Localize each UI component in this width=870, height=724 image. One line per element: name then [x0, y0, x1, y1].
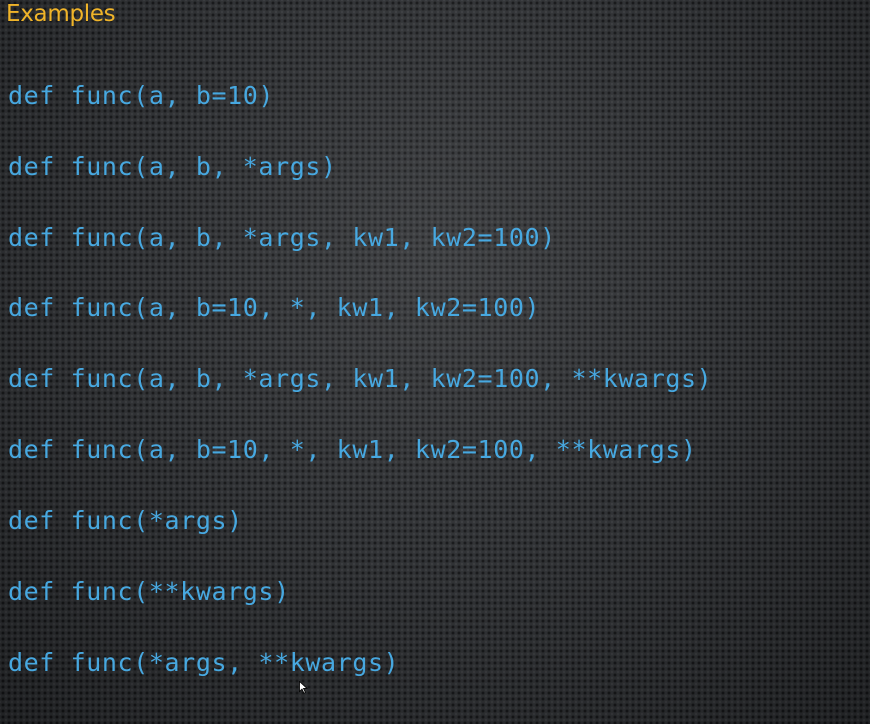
- code-line-9: def func(*args, **kwargs): [8, 648, 400, 677]
- code-line-3: def func(a, b, *args, kw1, kw2=100): [8, 223, 556, 252]
- code-line-2: def func(a, b, *args): [8, 152, 337, 181]
- code-line-1: def func(a, b=10): [8, 81, 275, 110]
- code-line-8: def func(**kwargs): [8, 577, 290, 606]
- code-line-6: def func(a, b=10, *, kw1, kw2=100, **kwa…: [8, 435, 697, 464]
- code-line-5: def func(a, b, *args, kw1, kw2=100, **kw…: [8, 364, 713, 393]
- code-line-7: def func(*args): [8, 506, 243, 535]
- code-line-4: def func(a, b=10, *, kw1, kw2=100): [8, 293, 541, 322]
- slide: Examples def func(a, b=10) def func(a, b…: [0, 0, 870, 724]
- slide-title: Examples: [6, 1, 116, 27]
